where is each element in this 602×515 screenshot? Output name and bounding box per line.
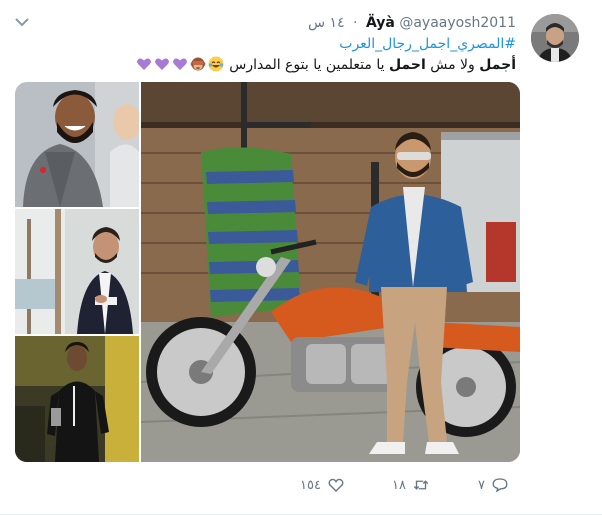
tweet-header: Äyà @ayaayosh2011 · ١٤ س	[308, 12, 516, 34]
photo-thumbnail-2[interactable]	[15, 209, 139, 334]
photo-thumbnail-1[interactable]	[15, 82, 139, 207]
photo-thumbnail-3[interactable]	[15, 336, 139, 462]
see-no-evil-monkey-icon	[190, 57, 206, 71]
purple-heart-icon	[136, 58, 151, 70]
heart-icon	[328, 478, 344, 492]
purple-heart-icon	[172, 58, 187, 70]
retweet-icon	[413, 480, 429, 490]
retweet-count: ١٨	[392, 477, 406, 493]
tweet-actions: ١٥٤ ١٨ ٧	[300, 474, 520, 496]
display-name[interactable]: Äyà	[366, 15, 395, 31]
tweet-text-2: ولا مش	[425, 57, 480, 73]
reply-button[interactable]: ٧	[478, 474, 509, 496]
reply-icon	[492, 478, 508, 493]
like-count: ١٥٤	[300, 477, 321, 493]
chevron-down-icon[interactable]	[14, 16, 30, 28]
purple-heart-icon	[154, 58, 169, 70]
face-with-tears-of-joy-icon	[208, 56, 224, 72]
username[interactable]: @ayaayosh2011	[399, 15, 516, 31]
retweet-button[interactable]: ١٨	[392, 474, 430, 496]
like-button[interactable]: ١٥٤	[300, 474, 345, 496]
separator-dot: ·	[353, 15, 358, 31]
tweet-text-bold-3: احمل	[388, 57, 426, 73]
reply-count: ٧	[478, 477, 485, 493]
tweet-text-4: يا متعلمين يا بتوع المدارس	[224, 57, 389, 73]
timestamp[interactable]: ١٤ س	[308, 15, 345, 31]
media-grid	[15, 82, 520, 462]
avatar[interactable]	[531, 14, 579, 62]
tweet[interactable]: Äyà @ayaayosh2011 · ١٤ س #المصري_اجمل_رج…	[0, 0, 602, 515]
tweet-text: أجمل ولا مش احمل يا متعلمين يا بتوع المد…	[136, 55, 516, 75]
tweet-text-bold-1: أجمل	[479, 57, 516, 73]
hashtag-link[interactable]: #المصري_اجمل_رجال_العرب	[300, 34, 516, 54]
photo-main[interactable]	[141, 82, 520, 462]
